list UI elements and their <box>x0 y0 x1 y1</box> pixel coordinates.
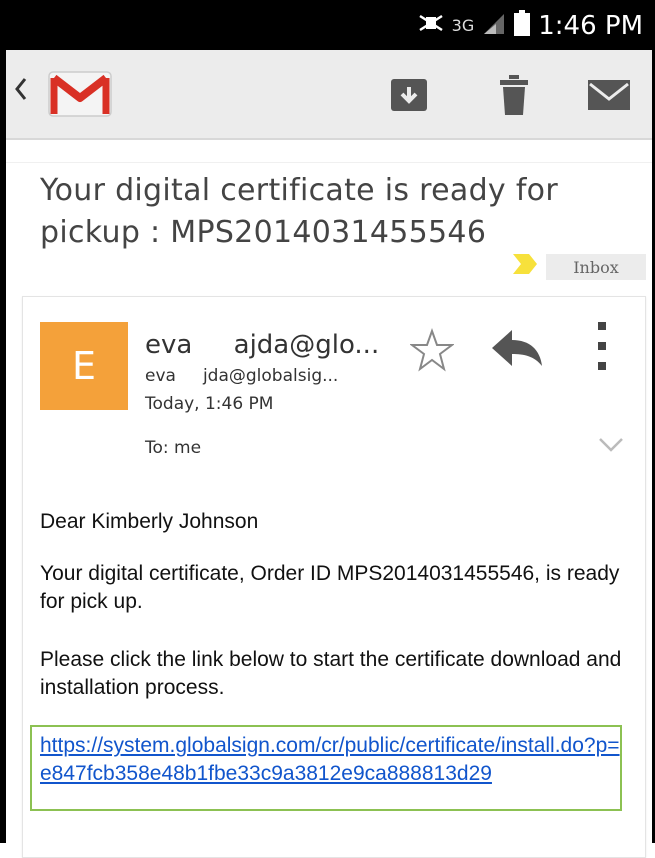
email-paragraph-1: Your digital certificate, Order ID MPS20… <box>40 562 620 613</box>
vibrate-silent-icon <box>418 12 444 39</box>
certificate-link[interactable]: https://system.globalsign.com/cr/public/… <box>40 732 630 788</box>
sent-date: Today, 1:46 PM <box>145 394 274 414</box>
action-bar <box>6 50 652 140</box>
network-type: 3G <box>451 16 475 35</box>
status-bar: 3G 1:46 PM <box>0 0 655 50</box>
sender-name[interactable]: eva ajda@glo... <box>145 330 379 360</box>
more-options-icon[interactable] <box>590 320 614 374</box>
recipient-line: To: me <box>145 438 202 458</box>
delete-icon[interactable] <box>484 70 544 120</box>
archive-icon[interactable] <box>379 70 439 120</box>
chevron-left-icon[interactable] <box>14 76 28 110</box>
certificate-link-text[interactable]: https://system.globalsign.com/cr/public/… <box>40 734 620 785</box>
star-icon[interactable] <box>409 328 455 372</box>
expand-details-icon[interactable] <box>598 436 624 454</box>
email-greeting: Dear Kimberly Johnson <box>40 510 259 533</box>
signal-icon <box>482 12 506 39</box>
status-icons: 3G 1:46 PM <box>418 10 643 41</box>
email-paragraph-2: Please click the link below to start the… <box>40 648 622 699</box>
inbox-label[interactable]: Inbox <box>546 254 646 280</box>
important-marker-icon[interactable] <box>513 254 537 274</box>
status-time: 1:46 PM <box>538 10 643 41</box>
sender-avatar[interactable]: E <box>40 322 128 410</box>
sender-email: eva jda@globalsig... <box>145 366 339 386</box>
mark-unread-icon[interactable] <box>579 70 639 120</box>
reply-icon[interactable] <box>490 328 544 372</box>
header-divider <box>6 162 652 163</box>
email-subject: Your digital certificate is ready for pi… <box>40 173 558 250</box>
gmail-logo[interactable] <box>46 68 114 120</box>
battery-icon <box>514 10 531 41</box>
